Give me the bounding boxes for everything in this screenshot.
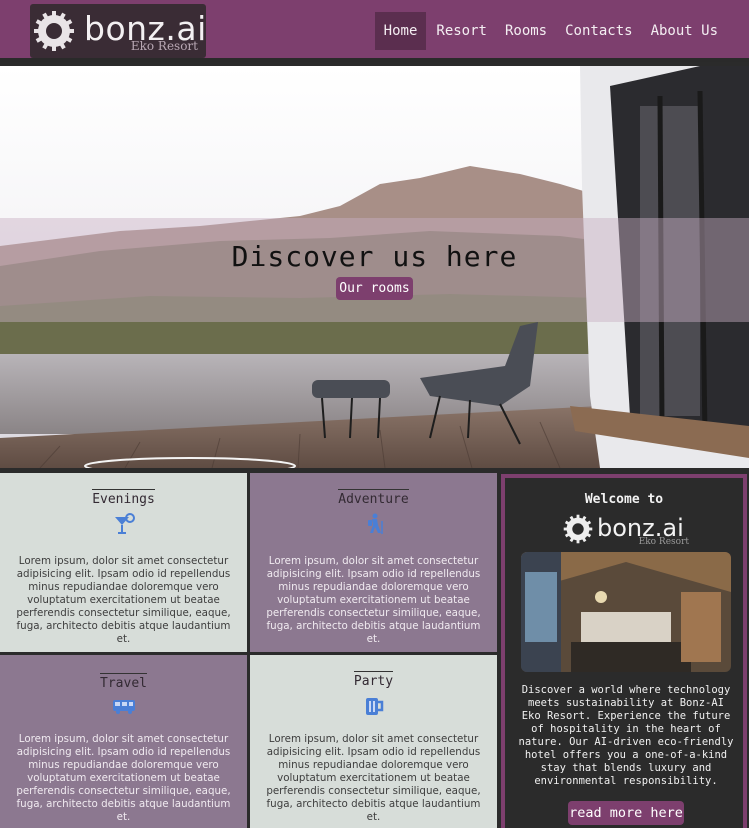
card-text-adventure: Lorem ipsum, dolor sit amet consectetur … xyxy=(266,555,481,645)
card-text-party: Lorem ipsum, dolor sit amet consectetur … xyxy=(266,733,481,823)
nav-item-contacts[interactable]: Contacts xyxy=(556,12,641,50)
card-text-evenings: Lorem ipsum, dolor sit amet consectetur … xyxy=(16,555,231,645)
hero-section: Discover us here Our rooms xyxy=(0,66,749,468)
card-evenings: Evenings Lorem ipsum, dolor sit amet con… xyxy=(0,473,247,652)
nav-item-resort[interactable]: Resort xyxy=(427,12,496,50)
nav-item-about-us[interactable]: About Us xyxy=(642,12,727,50)
gear-logo-icon xyxy=(34,11,74,51)
nav-item-home[interactable]: Home xyxy=(374,12,427,50)
beer-mug-icon xyxy=(365,698,383,715)
card-party: Party Lorem ipsum, dolor sit amet consec… xyxy=(250,655,497,828)
read-more-button[interactable]: read more here xyxy=(568,801,684,825)
bus-icon xyxy=(112,700,135,714)
card-title-travel: Travel xyxy=(100,673,147,691)
hero-title: Discover us here xyxy=(231,240,518,273)
gear-logo-icon xyxy=(563,514,593,544)
site-header: bonz.ai Eko Resort Home Resort Rooms Con… xyxy=(0,0,749,62)
welcome-logo: bonz.ai Eko Resort xyxy=(563,512,693,552)
resort-interior-photo xyxy=(521,552,731,672)
site-logo[interactable]: bonz.ai Eko Resort xyxy=(30,4,206,58)
welcome-logo-subtitle: Eko Resort xyxy=(638,537,689,547)
card-title-evenings: Evenings xyxy=(92,489,155,507)
logo-subtitle: Eko Resort xyxy=(130,39,198,53)
card-travel: Travel Lorem ipsum, dolor sit amet conse… xyxy=(0,655,247,828)
hiking-icon xyxy=(367,513,383,534)
card-title-adventure: Adventure xyxy=(338,489,409,507)
main-nav: Home Resort Rooms Contacts About Us xyxy=(374,12,727,50)
card-adventure: Adventure Lorem ipsum, dolor sit amet co… xyxy=(250,473,497,652)
our-rooms-button[interactable]: Our rooms xyxy=(336,277,413,300)
welcome-title: Welcome to xyxy=(584,492,664,507)
card-title-party: Party xyxy=(353,671,394,689)
card-text-travel: Lorem ipsum, dolor sit amet consectetur … xyxy=(16,733,231,823)
nav-item-rooms[interactable]: Rooms xyxy=(496,12,556,50)
cocktail-icon xyxy=(114,513,135,534)
welcome-description: Discover a world where technology meets … xyxy=(518,684,734,787)
welcome-panel: Welcome to bonz.ai Eko Resort Discover a… xyxy=(501,474,747,828)
